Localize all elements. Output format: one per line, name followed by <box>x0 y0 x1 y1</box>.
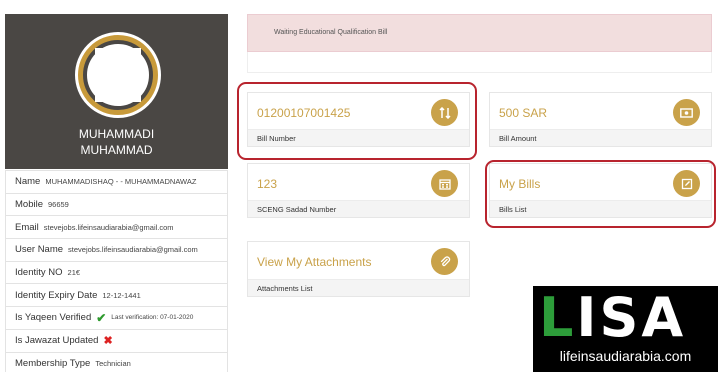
logo-wordmark: LISA <box>539 286 687 349</box>
identity-value: 21€ <box>67 268 81 278</box>
mobile-value: 96659 <box>48 200 69 210</box>
attachments-value[interactable]: View My Attachments <box>257 255 372 269</box>
yaqeen-note: Last verification: 07-01-2020 <box>111 314 194 322</box>
alert-banner: Waiting Educational Qualification Bill <box>247 14 712 52</box>
info-row-name: Name MUHAMMADISHAQ - - MUHAMMADNAWAZ <box>6 170 227 193</box>
info-row-jawazat: Is Jawazat Updated ✖ <box>6 328 227 352</box>
info-row-mobile: Mobile 96659 <box>6 192 227 216</box>
profile-card: MUHAMMADI MUHAMMAD <box>5 14 228 169</box>
expiry-label: Identity Expiry Date <box>15 289 98 301</box>
profile-name-line2: MUHAMMAD <box>80 143 153 157</box>
bill-amount-label: Bill Amount <box>499 134 537 143</box>
username-label: User Name <box>15 244 64 256</box>
check-icon: ✔ <box>96 310 107 325</box>
profile-info-list: Name MUHAMMADISHAQ - - MUHAMMADNAWAZ Mob… <box>5 170 228 372</box>
username-value: stevejobs.lifeinsaudiarabia@gmail.com <box>68 245 198 255</box>
info-row-expiry: Identity Expiry Date 12-12-1441 <box>6 283 227 306</box>
yaqeen-label: Is Yaqeen Verified <box>15 312 92 324</box>
info-row-identity: Identity NO 21€ <box>6 260 227 284</box>
membership-label: Membership Type <box>15 357 91 369</box>
name-label: Name <box>15 176 41 188</box>
cross-icon: ✖ <box>103 335 113 348</box>
logo-url: lifeinsaudiarabia.com <box>559 348 692 364</box>
lisa-logo: LISA lifeinsaudiarabia.com <box>533 286 718 372</box>
expiry-value: 12-12-1441 <box>102 290 141 300</box>
name-value: MUHAMMADISHAQ - - MUHAMMADNAWAZ <box>45 177 197 187</box>
info-row-yaqeen: Is Yaqeen Verified ✔ Last verification: … <box>6 306 227 329</box>
avatar <box>75 32 161 118</box>
profile-name: MUHAMMADI MUHAMMAD <box>5 126 228 158</box>
calendar-icon[interactable] <box>431 170 458 197</box>
identity-label: Identity NO <box>15 267 63 279</box>
attachments-card[interactable]: View My Attachments Attachments List <box>247 241 470 297</box>
avatar-redaction <box>95 48 141 102</box>
paperclip-icon[interactable] <box>431 248 458 275</box>
highlight-my-bills <box>485 160 716 228</box>
sadad-value: 123 <box>257 177 278 191</box>
alert-panel-body <box>247 52 712 73</box>
email-label: Email <box>15 221 39 233</box>
alert-text: Waiting Educational Qualification Bill <box>274 29 388 36</box>
info-row-membership: Membership Type Technician <box>6 351 227 372</box>
info-row-username: User Name stevejobs.lifeinsaudiarabia@gm… <box>6 238 227 261</box>
info-row-email: Email stevejobs.lifeinsaudiarabia@gmail.… <box>6 215 227 238</box>
attachments-label: Attachments List <box>257 284 313 293</box>
sadad-card: 123 SCENG Sadad Number <box>247 163 470 218</box>
money-icon[interactable] <box>673 99 700 126</box>
membership-value: Technician <box>95 358 131 368</box>
highlight-bill-number <box>237 82 477 160</box>
jawazat-label: Is Jawazat Updated <box>15 335 99 347</box>
profile-name-line1: MUHAMMADI <box>78 127 155 141</box>
bill-amount-card: 500 SAR Bill Amount <box>489 92 712 147</box>
bill-amount-value: 500 SAR <box>499 106 548 120</box>
mobile-label: Mobile <box>15 199 43 211</box>
email-value: stevejobs.lifeinsaudiarabia@gmail.com <box>43 222 174 232</box>
sadad-label: SCENG Sadad Number <box>257 205 337 214</box>
